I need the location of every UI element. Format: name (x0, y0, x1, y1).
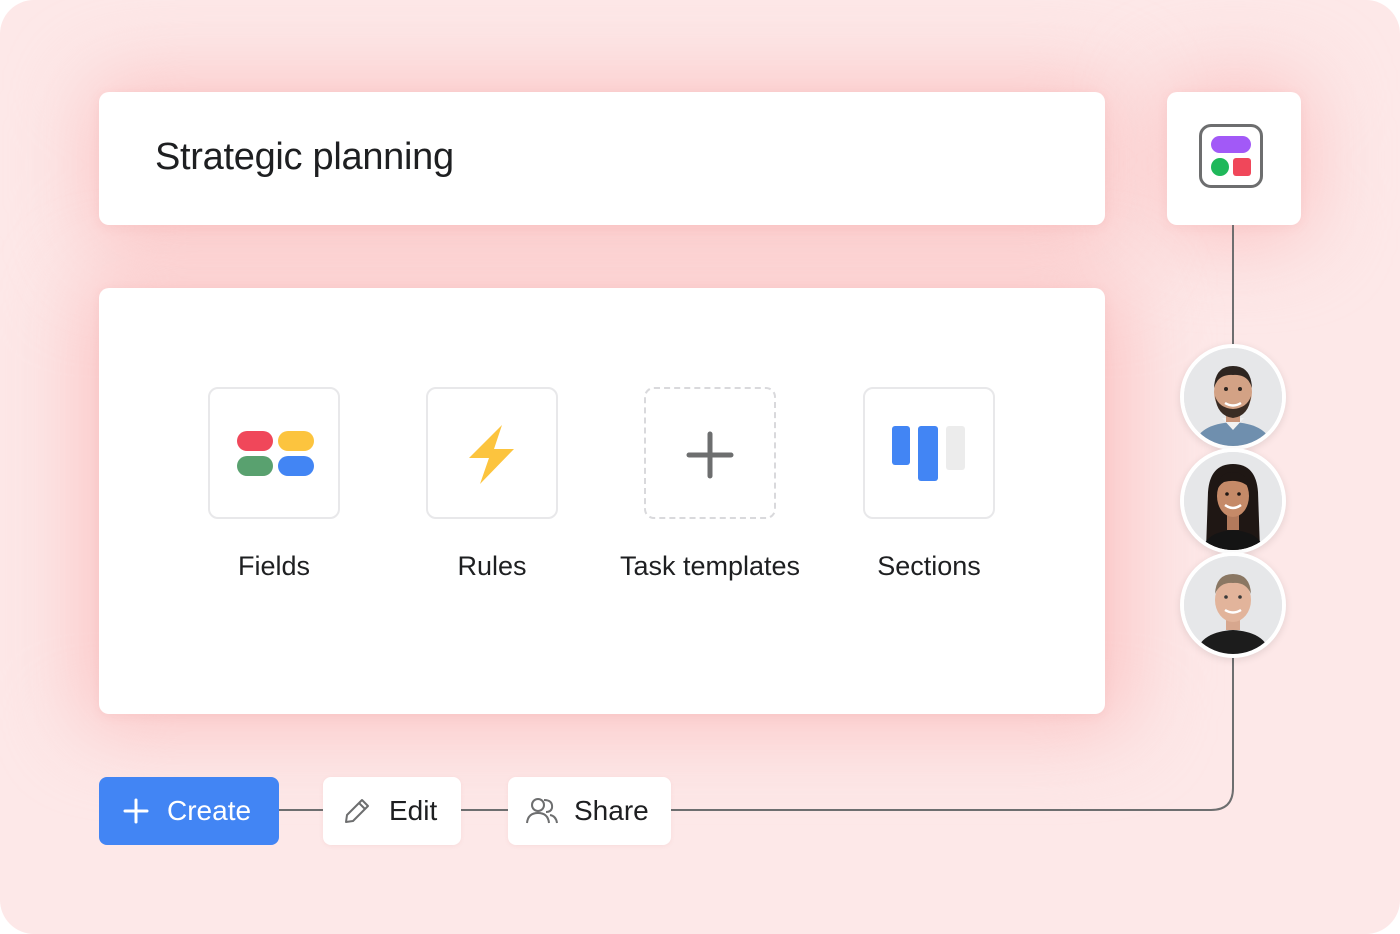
plus-icon (686, 431, 734, 479)
fields-label: Fields (237, 551, 311, 581)
avatar-member-2[interactable] (1180, 448, 1286, 554)
create-button-label: Create (167, 795, 252, 826)
project-grid-icon (1199, 124, 1263, 188)
rules-label: Rules (457, 551, 527, 581)
people-icon (526, 798, 558, 824)
plus-icon (123, 798, 149, 824)
avatar-member-3[interactable] (1180, 552, 1286, 658)
edit-button[interactable]: Edit (323, 777, 461, 845)
avatar-man-short-hair-icon (1184, 556, 1282, 654)
project-logo-card[interactable] (1167, 92, 1301, 225)
sections-icon (892, 426, 965, 481)
project-title: Strategic planning (155, 136, 454, 178)
rules-tile[interactable] (426, 387, 558, 519)
avatar-woman-dark-hair-icon (1184, 452, 1282, 550)
fields-icon (237, 431, 314, 476)
avatar-member-1[interactable] (1180, 344, 1286, 450)
pencil-icon (345, 799, 369, 823)
share-button[interactable]: Share (508, 777, 671, 845)
task-templates-tile[interactable] (644, 387, 776, 519)
project-title-card[interactable]: Strategic planning (99, 92, 1105, 225)
sections-label: Sections (877, 551, 981, 581)
sections-tile[interactable] (863, 387, 995, 519)
lightning-icon (469, 425, 514, 484)
fields-tile[interactable] (208, 387, 340, 519)
project-features-card: Fields Rules Task templates Sections (99, 288, 1105, 714)
create-button[interactable]: Create (99, 777, 279, 845)
edit-button-label: Edit (389, 795, 438, 826)
canvas-background: Strategic planning Fields Rules Task tem… (0, 0, 1400, 934)
share-button-label: Share (574, 795, 649, 826)
task-templates-label: Task templates (619, 551, 801, 581)
avatar-man-beard-icon (1184, 348, 1282, 446)
